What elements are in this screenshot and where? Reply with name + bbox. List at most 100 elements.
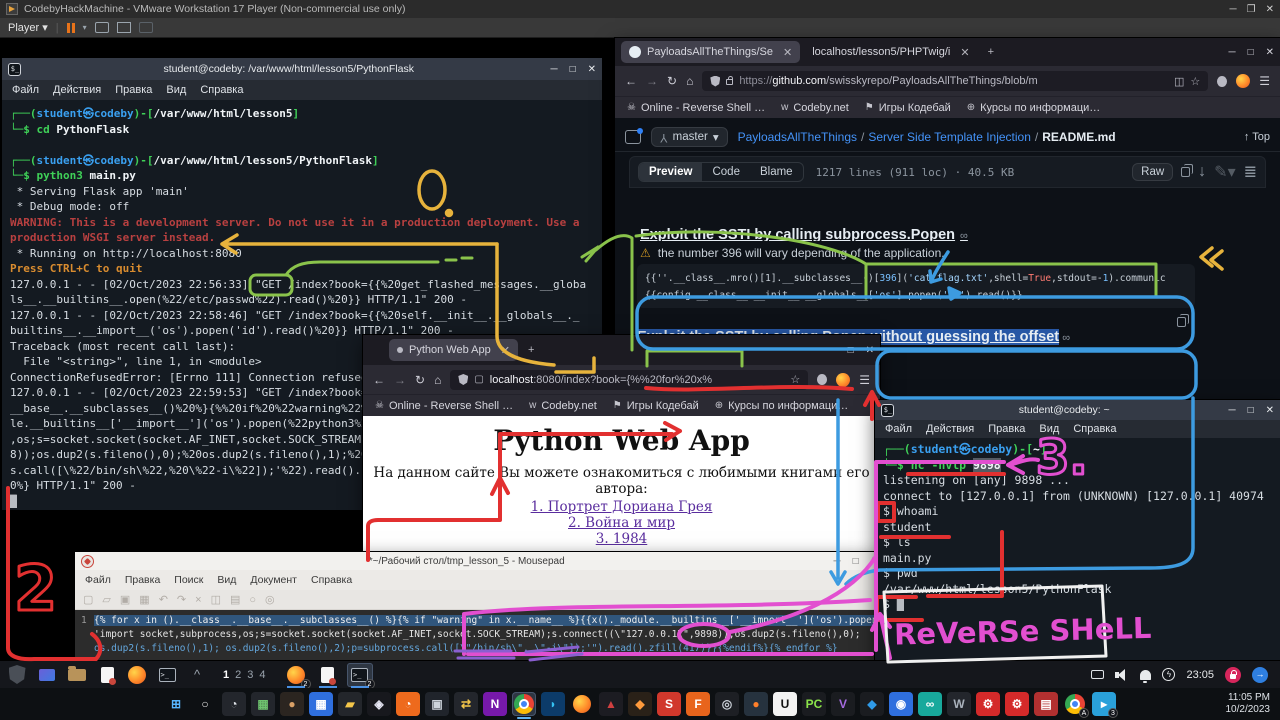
- bookmark-item[interactable]: ☠Online - Reverse Shell …: [375, 400, 513, 412]
- pin-app[interactable]: ◉: [889, 692, 913, 716]
- lens-app[interactable]: ◎: [715, 692, 739, 716]
- bookmark-item[interactable]: wCodeby.net: [781, 102, 849, 114]
- new-tab-button[interactable]: +: [988, 46, 994, 58]
- close-tab-icon[interactable]: ✕: [783, 46, 792, 59]
- vm-clock[interactable]: 23:05: [1186, 669, 1214, 681]
- gauge-app[interactable]: ◔: [222, 692, 246, 716]
- view-tabs[interactable]: Preview Code Blame: [638, 162, 804, 182]
- copy-file-icon[interactable]: [1181, 167, 1190, 177]
- arrows-app[interactable]: ⇄: [454, 692, 478, 716]
- toolbar-icon[interactable]: ▢: [83, 593, 93, 606]
- home-icon[interactable]: ⌂: [686, 74, 693, 88]
- menu-item[interactable]: Файл: [885, 423, 912, 435]
- start-button[interactable]: ⊞: [164, 692, 188, 716]
- text-editor-launcher[interactable]: [94, 663, 120, 687]
- bookmark-item[interactable]: ⚑Игры Кодебай: [865, 102, 951, 114]
- toolbar-icon[interactable]: ↷: [177, 593, 186, 606]
- menu-item[interactable]: Справка: [311, 574, 352, 586]
- display-icon[interactable]: [1091, 670, 1104, 679]
- terminal-window-button[interactable]: >_2: [347, 663, 373, 687]
- bookmark-item[interactable]: ⊕Курсы по информаци…: [715, 400, 849, 412]
- toolbar-icon[interactable]: ▦: [139, 593, 149, 606]
- outline-icon[interactable]: ≣: [1244, 162, 1257, 182]
- toolbar-icon[interactable]: ×: [195, 594, 201, 606]
- workspace-1[interactable]: 1: [220, 669, 232, 681]
- forward-icon[interactable]: →: [646, 74, 658, 88]
- bookmark-item[interactable]: ⚑Игры Кодебай: [613, 400, 699, 412]
- menu-item[interactable]: Правка: [115, 84, 152, 96]
- recorder-app[interactable]: ◔: [396, 692, 420, 716]
- bookmark-item[interactable]: wCodeby.net: [529, 400, 597, 412]
- pocket-icon[interactable]: [1217, 76, 1227, 87]
- bookmark-item[interactable]: ⊕Курсы по информаци…: [967, 102, 1101, 114]
- menu-item[interactable]: Справка: [1073, 423, 1116, 435]
- sublime[interactable]: S: [657, 692, 681, 716]
- terminal2-titlebar[interactable]: $_ student@codeby: ~ ─□✕: [875, 400, 1280, 420]
- menu-item[interactable]: Поиск: [174, 574, 203, 586]
- edge[interactable]: ◗: [541, 692, 565, 716]
- home-icon[interactable]: ⌂: [434, 373, 441, 387]
- toolbar-icon[interactable]: ▱: [102, 593, 110, 606]
- wings-app[interactable]: W: [947, 692, 971, 716]
- menu-item[interactable]: Справка: [200, 84, 243, 96]
- book-link-2[interactable]: 2. Война и мир: [568, 515, 675, 531]
- lock-screen-icon[interactable]: [1225, 667, 1241, 683]
- anchor-link-icon[interactable]: ∞: [1059, 332, 1070, 344]
- mousepad-toolbar[interactable]: ▢▱▣▦↶↷×◫▤○◎: [75, 590, 885, 610]
- keyshot-1[interactable]: ⚙: [976, 692, 1000, 716]
- terminal1-titlebar[interactable]: $_ student@codeby: /var/www/html/lesson5…: [2, 58, 602, 80]
- media-app[interactable]: ▲: [599, 692, 623, 716]
- terminal1-window-controls[interactable]: ─□✕: [550, 64, 596, 75]
- firefox2-window-controls[interactable]: ─□✕: [828, 345, 874, 356]
- raw-button[interactable]: Raw: [1132, 163, 1173, 181]
- firefox1-window-controls[interactable]: ─□✕: [1228, 47, 1274, 58]
- logout-icon[interactable]: →: [1252, 667, 1268, 683]
- grid-app[interactable]: ▦: [251, 692, 275, 716]
- mousepad-window-controls[interactable]: ─□✕: [833, 556, 879, 567]
- workspace-switcher[interactable]: 1234: [220, 669, 269, 681]
- terminal1-menubar[interactable]: ФайлДействияПравкаВидСправка: [2, 80, 602, 100]
- terminal-launcher[interactable]: >_: [154, 663, 180, 687]
- tracking-shield-icon[interactable]: [458, 374, 468, 385]
- close-tab-icon[interactable]: ✕: [501, 344, 510, 357]
- onenote[interactable]: N: [483, 692, 507, 716]
- tab-localhost-phptwig[interactable]: localhost/lesson5/PHPTwig/i✕: [804, 41, 977, 63]
- download-icon[interactable]: ↓: [1198, 163, 1206, 181]
- pause-vm-button[interactable]: [67, 23, 75, 33]
- chrome[interactable]: [512, 692, 536, 716]
- file-manager-launcher[interactable]: [64, 663, 90, 687]
- terminal2-menubar[interactable]: ФайлДействияПравкаВидСправка: [875, 420, 1280, 438]
- top-link[interactable]: ↑ Top: [1244, 131, 1270, 143]
- windows-clock[interactable]: 11:05 PM 10/2/2023: [1226, 692, 1280, 717]
- camtasia[interactable]: ∞: [918, 692, 942, 716]
- firefox-account-icon[interactable]: [836, 373, 850, 387]
- menu-item[interactable]: Действия: [926, 423, 974, 435]
- toolbar-icon[interactable]: ◫: [211, 593, 221, 606]
- toolbar-icon[interactable]: ◎: [265, 593, 275, 606]
- mousepad-titlebar[interactable]: *~/Рабочий стол/tmp_lesson_5 - Mousepad …: [75, 552, 885, 570]
- virtualbox[interactable]: ▣: [425, 692, 449, 716]
- toolbar-icon[interactable]: ↶: [159, 593, 168, 606]
- reload-icon[interactable]: ↻: [667, 74, 677, 88]
- player-menu[interactable]: Player ▾: [8, 21, 48, 34]
- bookmark-item[interactable]: ☠Online - Reverse Shell …: [627, 102, 765, 114]
- notifications-icon[interactable]: [1140, 670, 1151, 680]
- search-button[interactable]: ○: [193, 692, 217, 716]
- power-icon[interactable]: ϟ: [1162, 668, 1175, 681]
- menu-icon[interactable]: ☰: [1259, 74, 1270, 88]
- tab-python-web-app[interactable]: Python Web App✕: [389, 339, 518, 361]
- reader-view-icon[interactable]: ◫: [1174, 75, 1184, 88]
- firefox-window-button[interactable]: 2: [283, 663, 309, 687]
- keyshot-2[interactable]: ⚙: [1005, 692, 1029, 716]
- terminal2-window-controls[interactable]: ─□✕: [1228, 405, 1274, 416]
- reload-icon[interactable]: ↻: [415, 373, 425, 387]
- code-block-subprocess[interactable]: {{''.__class__.mro()[1].__subclasses__()…: [637, 264, 1195, 308]
- back-icon[interactable]: ←: [373, 373, 385, 387]
- vscode[interactable]: ◆: [860, 692, 884, 716]
- workspace-2[interactable]: 2: [232, 669, 244, 681]
- book-link-3[interactable]: 3. 1984: [596, 531, 648, 547]
- calendar-app[interactable]: ▦: [309, 692, 333, 716]
- bookmark-star-icon[interactable]: ☆: [790, 373, 800, 386]
- tab-payloadsallthethings[interactable]: PayloadsAllTheThings/Se✕: [621, 41, 800, 63]
- book-link-1[interactable]: 1. Портрет Дориана Грея: [531, 499, 713, 515]
